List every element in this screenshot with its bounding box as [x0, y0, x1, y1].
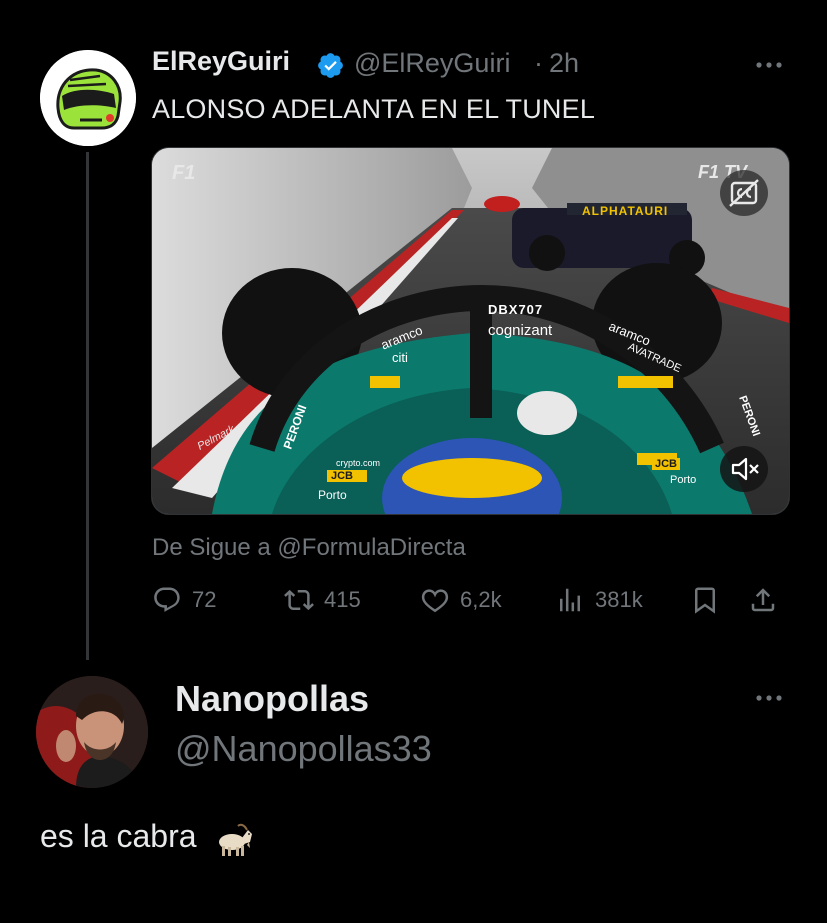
more-options-icon[interactable]: [752, 688, 786, 708]
author-handle[interactable]: @ElReyGuiri: [354, 48, 510, 79]
video-frame: [152, 148, 789, 514]
sponsor-crypto: crypto.com: [336, 458, 381, 468]
share-button[interactable]: [748, 582, 788, 618]
more-options-icon[interactable]: [752, 55, 786, 75]
views-count: 381k: [595, 587, 643, 612]
sponsor-alphatauri: ALPHATAURI: [582, 204, 669, 218]
tweet-text: ALONSO ADELANTA EN EL TUNEL: [152, 94, 596, 124]
thread-connector-line: [86, 152, 89, 660]
goat-emoji-icon: [214, 818, 254, 858]
author-display-name[interactable]: ElReyGuiri: [152, 46, 290, 77]
video-attribution[interactable]: De Sigue a @FormulaDirecta: [152, 534, 466, 562]
f1-logo: F1: [172, 162, 196, 184]
reply-button[interactable]: 72: [152, 582, 216, 618]
like-button[interactable]: 6,2k: [420, 582, 502, 618]
sponsor-porto-left: Porto: [318, 488, 347, 502]
reply-icon: [154, 587, 180, 612]
sponsor-jcb-left: JCB: [328, 470, 357, 482]
bookmark-button[interactable]: [690, 582, 730, 618]
retweet-count: 415: [324, 587, 361, 612]
tweet-video[interactable]: [151, 147, 790, 515]
tweet-timestamp[interactable]: 2h: [549, 48, 579, 79]
reply-author-display-name[interactable]: Nanopollas: [175, 678, 369, 720]
bookmark-icon: [695, 587, 715, 614]
reply-count: 72: [192, 587, 217, 612]
helmet-avatar-icon: [40, 50, 136, 146]
retweet-button[interactable]: 415: [284, 582, 361, 618]
volume-muted-icon: [731, 457, 759, 481]
views-chart-icon: [560, 588, 580, 612]
like-count: 6,2k: [460, 587, 502, 612]
views-button[interactable]: 381k: [555, 582, 643, 618]
sponsor-porto-right: Porto: [670, 474, 697, 486]
profile-photo: [36, 676, 148, 788]
sponsor-jcb-right: JCB: [652, 458, 681, 470]
car-number-plate: DBX707: [488, 302, 544, 317]
avatar[interactable]: [36, 676, 148, 788]
verified-badge-icon: [316, 51, 345, 80]
mute-button[interactable]: [720, 446, 768, 492]
heart-icon: [421, 589, 449, 613]
cc-icon: [729, 179, 759, 207]
sponsor-citi: citi: [392, 350, 408, 365]
separator-dot: ·: [534, 48, 543, 78]
sponsor-cognizant: cognizant: [488, 322, 553, 339]
reply-author-handle[interactable]: @Nanopollas33: [175, 728, 432, 770]
reply-text: es la cabra: [40, 818, 197, 854]
avatar[interactable]: [40, 50, 136, 146]
share-icon: [751, 588, 775, 612]
retweet-icon: [284, 589, 314, 611]
captions-button[interactable]: [720, 170, 768, 216]
